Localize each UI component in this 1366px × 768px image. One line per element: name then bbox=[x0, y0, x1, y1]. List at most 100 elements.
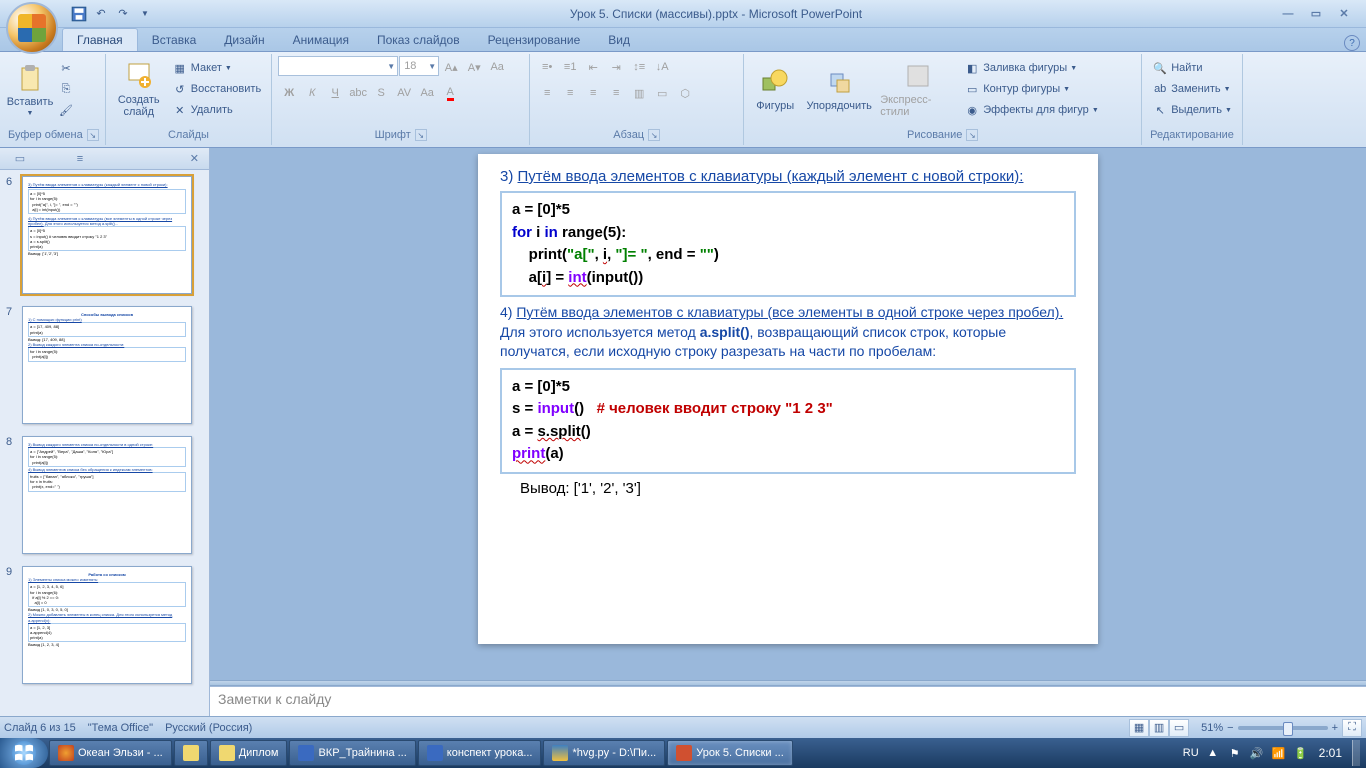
align-right-icon[interactable]: ≡ bbox=[582, 82, 604, 104]
office-button[interactable] bbox=[6, 2, 58, 54]
zoom-level[interactable]: 51% bbox=[1201, 722, 1223, 734]
arrange-button[interactable]: Упорядочить bbox=[802, 56, 876, 122]
tray-lang[interactable]: RU bbox=[1183, 747, 1199, 759]
indent-dec-icon[interactable]: ⇤ bbox=[582, 56, 604, 78]
tray-network-icon[interactable]: 📶 bbox=[1271, 745, 1287, 761]
numbering-icon[interactable]: ≡1 bbox=[559, 56, 581, 78]
justify-icon[interactable]: ≡ bbox=[605, 82, 627, 104]
tab-home[interactable]: Главная bbox=[62, 28, 138, 51]
task-word-1[interactable]: ВКР_Трайнина ... bbox=[289, 740, 415, 766]
outline-icon: ▭ bbox=[964, 81, 980, 97]
panel-close-icon[interactable]: ✕ bbox=[190, 152, 199, 165]
fit-window-icon[interactable]: ⛶ bbox=[1342, 719, 1362, 737]
shapes-button[interactable]: Фигуры bbox=[750, 56, 800, 122]
smartart-icon[interactable]: ⬡ bbox=[674, 82, 696, 104]
underline-icon[interactable]: Ч bbox=[324, 82, 346, 104]
thumb-6[interactable]: 6 3) Путём ввода элементов с клавиатуры … bbox=[2, 174, 207, 296]
format-painter-button[interactable]: 🖌 bbox=[54, 100, 78, 120]
tray-power-icon[interactable]: 🔋 bbox=[1293, 745, 1309, 761]
task-word-2[interactable]: конспект урока... bbox=[418, 740, 542, 766]
sorter-view-icon[interactable]: ▥ bbox=[1149, 719, 1169, 737]
task-python[interactable]: *hvg.py - D:\Пи... bbox=[543, 740, 665, 766]
font-family-combo[interactable]: ▼ bbox=[278, 56, 398, 76]
strike-icon[interactable]: abc bbox=[347, 82, 369, 104]
case-icon[interactable]: Aa bbox=[416, 82, 438, 104]
reset-button[interactable]: ↺Восстановить bbox=[168, 79, 265, 99]
panel-tab-slides-icon[interactable]: ▭ bbox=[10, 150, 30, 168]
shape-outline-button[interactable]: ▭Контур фигуры ▼ bbox=[960, 79, 1103, 99]
thumb-7[interactable]: 7 Способы вывода списков 1) С помощью фу… bbox=[2, 304, 207, 426]
redo-icon[interactable]: ↷ bbox=[114, 5, 132, 23]
clipboard-launcher-icon[interactable]: ↘ bbox=[87, 129, 99, 141]
tab-view[interactable]: Вид bbox=[594, 29, 644, 51]
zoom-out-icon[interactable]: − bbox=[1227, 722, 1233, 734]
slide-canvas[interactable]: 3) Путём ввода элементов с клавиатуры (к… bbox=[210, 148, 1366, 680]
thumbnail-list[interactable]: 6 3) Путём ввода элементов с клавиатуры … bbox=[0, 170, 209, 716]
align-left-icon[interactable]: ≡ bbox=[536, 82, 558, 104]
select-button[interactable]: ↖Выделить ▼ bbox=[1148, 100, 1236, 120]
thumb-8[interactable]: 8 3) Вывод каждого элемента списка по-от… bbox=[2, 434, 207, 556]
cut-button[interactable]: ✂ bbox=[54, 58, 78, 78]
clear-format-icon[interactable]: Aa bbox=[486, 56, 508, 78]
slideshow-view-icon[interactable]: ▭ bbox=[1169, 719, 1189, 737]
spacing-icon[interactable]: AV bbox=[393, 82, 415, 104]
layout-button[interactable]: ▦Макет ▼ bbox=[168, 58, 265, 78]
bullets-icon[interactable]: ≡• bbox=[536, 56, 558, 78]
status-language[interactable]: Русский (Россия) bbox=[165, 722, 252, 734]
tray-sound-icon[interactable]: 🔊 bbox=[1249, 745, 1265, 761]
columns-icon[interactable]: ▥ bbox=[628, 82, 650, 104]
para-launcher-icon[interactable]: ↘ bbox=[648, 129, 660, 141]
tray-up-icon[interactable]: ▲ bbox=[1205, 745, 1221, 761]
help-icon[interactable]: ? bbox=[1344, 35, 1360, 51]
qat-dropdown-icon[interactable]: ▼ bbox=[136, 5, 154, 23]
shrink-font-icon[interactable]: A▾ bbox=[463, 56, 485, 78]
grow-font-icon[interactable]: A▴ bbox=[440, 56, 462, 78]
shadow-icon[interactable]: S bbox=[370, 82, 392, 104]
restore-button[interactable]: ▭ bbox=[1306, 6, 1326, 22]
paste-button[interactable]: Вставить ▼ bbox=[8, 56, 52, 122]
text-direction-icon[interactable]: ↓A bbox=[651, 56, 673, 78]
copy-button[interactable]: ⎘ bbox=[54, 79, 78, 99]
zoom-in-icon[interactable]: + bbox=[1332, 722, 1338, 734]
find-button[interactable]: 🔍Найти bbox=[1148, 58, 1236, 78]
task-explorer-1[interactable] bbox=[174, 740, 208, 766]
slide: 3) Путём ввода элементов с клавиатуры (к… bbox=[478, 154, 1098, 644]
zoom-slider[interactable] bbox=[1238, 726, 1328, 730]
tab-insert[interactable]: Вставка bbox=[138, 29, 211, 51]
tab-design[interactable]: Дизайн bbox=[210, 29, 278, 51]
line-spacing-icon[interactable]: ↕≡ bbox=[628, 56, 650, 78]
undo-icon[interactable]: ↶ bbox=[92, 5, 110, 23]
tab-slideshow[interactable]: Показ слайдов bbox=[363, 29, 474, 51]
start-button[interactable] bbox=[0, 738, 48, 768]
font-color-icon[interactable]: A bbox=[439, 82, 461, 104]
indent-inc-icon[interactable]: ⇥ bbox=[605, 56, 627, 78]
shape-effects-button[interactable]: ◉Эффекты для фигур ▼ bbox=[960, 100, 1103, 120]
notes-area[interactable]: Заметки к слайду bbox=[210, 686, 1366, 716]
quick-styles-button[interactable]: Экспресс-стили bbox=[878, 56, 958, 122]
tab-animation[interactable]: Анимация bbox=[279, 29, 363, 51]
replace-button[interactable]: abЗаменить ▼ bbox=[1148, 79, 1236, 99]
delete-slide-button[interactable]: ✕Удалить bbox=[168, 100, 265, 120]
align-center-icon[interactable]: ≡ bbox=[559, 82, 581, 104]
font-launcher-icon[interactable]: ↘ bbox=[415, 129, 427, 141]
align-text-icon[interactable]: ▭ bbox=[651, 82, 673, 104]
tab-review[interactable]: Рецензирование bbox=[474, 29, 595, 51]
close-button[interactable]: ✕ bbox=[1334, 6, 1354, 22]
tray-clock[interactable]: 2:01 bbox=[1315, 746, 1346, 760]
bold-icon[interactable]: Ж bbox=[278, 82, 300, 104]
thumb-9[interactable]: 9 Работа со списком 1) Элементы списка м… bbox=[2, 564, 207, 686]
font-size-combo[interactable]: 18▼ bbox=[399, 56, 439, 76]
show-desktop-button[interactable] bbox=[1352, 740, 1360, 766]
task-powerpoint[interactable]: Урок 5. Списки ... bbox=[667, 740, 793, 766]
panel-tab-outline-icon[interactable]: ≡ bbox=[70, 150, 90, 168]
minimize-button[interactable]: — bbox=[1278, 6, 1298, 22]
normal-view-icon[interactable]: ▦ bbox=[1129, 719, 1149, 737]
italic-icon[interactable]: К bbox=[301, 82, 323, 104]
draw-launcher-icon[interactable]: ↘ bbox=[966, 129, 978, 141]
task-explorer-2[interactable]: Диплом bbox=[210, 740, 288, 766]
tray-flag-icon[interactable]: ⚑ bbox=[1227, 745, 1243, 761]
shape-fill-button[interactable]: ◧Заливка фигуры ▼ bbox=[960, 58, 1103, 78]
new-slide-button[interactable]: Создать слайд bbox=[112, 56, 166, 122]
save-icon[interactable] bbox=[70, 5, 88, 23]
task-firefox[interactable]: Океан Эльзи - ... bbox=[49, 740, 172, 766]
